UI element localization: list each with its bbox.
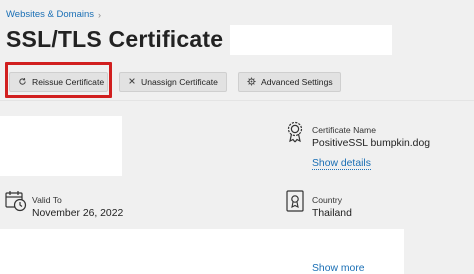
section-divider	[0, 100, 474, 101]
advanced-settings-button[interactable]: Advanced Settings	[238, 72, 341, 92]
certificate-name-label: Certificate Name	[312, 125, 376, 135]
unassign-certificate-button[interactable]: Unassign Certificate	[119, 72, 227, 92]
country-label: Country	[312, 195, 343, 205]
breadcrumb: Websites & Domains ›	[6, 9, 101, 20]
country-value: Thailand	[312, 208, 352, 219]
gear-icon	[247, 76, 256, 88]
certificate-name-value: PositiveSSL bumpkin.dog	[312, 138, 431, 149]
close-icon	[128, 77, 136, 87]
calendar-clock-icon	[5, 190, 27, 217]
page-title: SSL/TLS Certificate for	[6, 26, 262, 52]
toolbar: Reissue Certificate Unassign Certificate…	[0, 62, 474, 100]
unassign-certificate-label: Unassign Certificate	[141, 77, 218, 87]
refresh-icon	[18, 77, 27, 88]
certificate-badge-icon	[286, 121, 304, 148]
reissue-certificate-button[interactable]: Reissue Certificate	[9, 72, 108, 92]
advanced-settings-label: Advanced Settings	[261, 77, 333, 87]
redacted-panel-left	[0, 116, 122, 176]
certificate-document-icon	[286, 190, 304, 217]
show-details-link[interactable]: Show details	[312, 158, 371, 170]
reissue-certificate-label: Reissue Certificate	[32, 77, 105, 87]
valid-to-label: Valid To	[32, 195, 62, 205]
valid-to-value: November 26, 2022	[32, 208, 124, 219]
show-more-link[interactable]: Show more	[312, 263, 365, 274]
breadcrumb-item-websites-domains[interactable]: Websites & Domains	[6, 9, 94, 20]
breadcrumb-chevron-icon: ›	[98, 9, 101, 20]
redacted-domain-name	[230, 25, 392, 55]
